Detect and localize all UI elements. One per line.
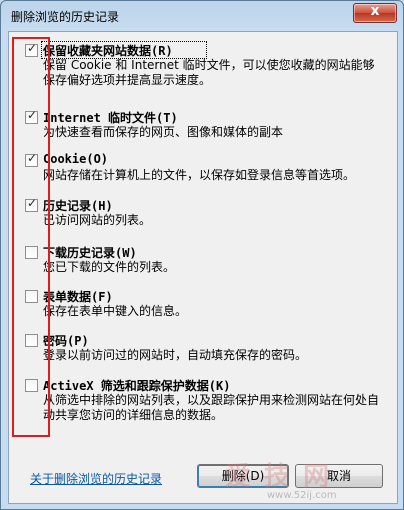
option-description: 您已下载的文件的列表。 [43,260,176,274]
title-bar[interactable]: 删除浏览的历史记录 x [1,1,403,31]
help-link[interactable]: 关于删除浏览的历史记录 [30,470,162,487]
window-title: 删除浏览的历史记录 [11,10,120,24]
cancel-button[interactable]: 取消 [295,464,383,488]
option-title: 历史记录(H) [43,199,113,213]
option-description: 已访问网站的列表。 [43,213,152,227]
option-description: 网站存储在计算机上的文件，以保存如登录信息等首选项。 [43,168,356,182]
option-title: Internet 临时文件(T) [43,111,178,125]
option-title: ActiveX 筛选和跟踪保护数据(K) [43,379,231,393]
option-title: 表单数据(F) [43,290,113,304]
close-button[interactable]: x [353,3,397,23]
close-icon: x [370,3,380,19]
option-description: 保存在表单中键入的信息。 [43,304,188,318]
option-description: 登录以前访问过的网站时，自动填充保存的密码。 [43,348,308,362]
option-title: Cookie(O) [43,152,109,166]
annotation-highlight-box [12,37,50,437]
option-title: 下载历史记录(W) [43,246,137,260]
dialog-body: ✓ 保留收藏夹网站数据(R) 保留 Cookie 和 Internet 临时文件… [8,31,398,504]
option-description: 为快速查看而保存的网页、图像和媒体的副本 [43,125,284,139]
option-title: 保留收藏夹网站数据(R) [43,44,173,58]
option-description: 保留 Cookie 和 Internet 临时文件，可以使您收藏的网站能够保存偏… [43,58,375,87]
dialog-window: 删除浏览的历史记录 x ✓ 保留收藏夹网站数据(R) 保留 Cookie 和 I… [0,0,404,510]
delete-button[interactable]: 删除(D) [197,464,289,488]
option-description: 从筛选中排除的网站列表，以及跟踪保护用来检测网站在何处自动共享您访问的详细信息的… [43,393,380,422]
